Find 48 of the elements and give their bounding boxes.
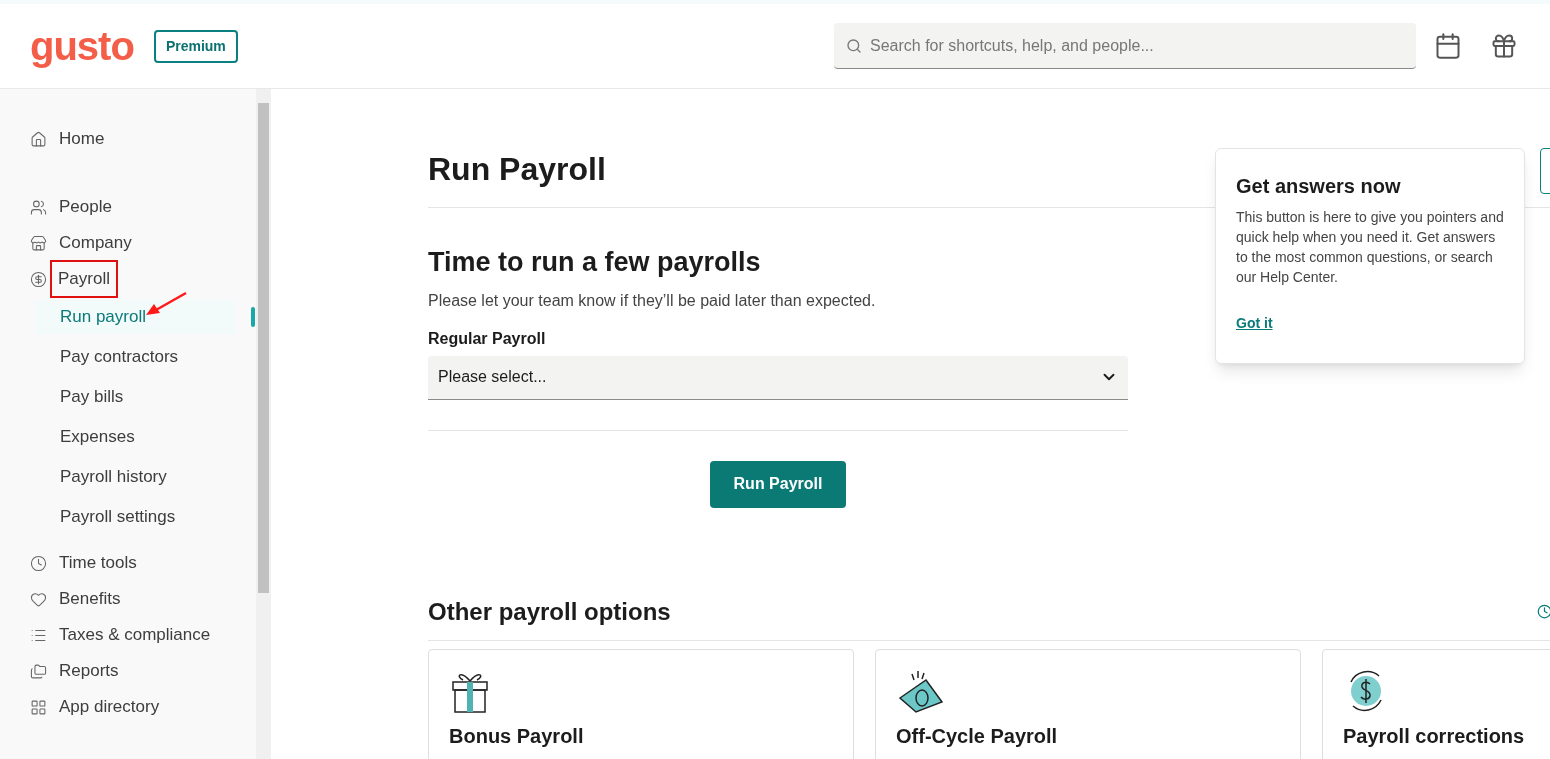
nav-item[interactable]: App directory bbox=[59, 694, 160, 720]
dollar-coin-icon bbox=[30, 270, 47, 288]
nav-item[interactable]: Time tools bbox=[59, 550, 137, 576]
nav-subitem[interactable]: Pay bills bbox=[35, 380, 124, 414]
folders-icon bbox=[30, 662, 47, 680]
people-icon bbox=[30, 198, 47, 216]
card-title: Off-Cycle Payroll bbox=[896, 723, 1059, 748]
nav-item[interactable]: People bbox=[59, 194, 112, 220]
payroll-option-card[interactable]: Off-Cycle Payroll bbox=[875, 648, 1301, 759]
popover-title: Get answers now bbox=[1236, 174, 1402, 199]
got-it-link[interactable]: Got it bbox=[1236, 313, 1273, 334]
search-icon bbox=[846, 37, 862, 54]
nav-subitem[interactable]: Payroll history bbox=[35, 460, 167, 494]
card-title: Bonus Payroll bbox=[449, 723, 585, 748]
nav-item[interactable]: Reports bbox=[59, 658, 119, 684]
nav-subitem[interactable]: Run payroll bbox=[35, 300, 235, 334]
nav-subitem[interactable]: Expenses bbox=[35, 420, 135, 454]
heart-icon bbox=[30, 590, 47, 608]
nav-item[interactable]: Company bbox=[59, 230, 132, 256]
plan-badge: Premium bbox=[153, 29, 238, 63]
gift-icon[interactable] bbox=[1490, 32, 1518, 60]
field-label: Regular Payroll bbox=[428, 328, 547, 349]
home-icon bbox=[30, 130, 47, 148]
nav-subitem[interactable]: Pay contractors bbox=[35, 340, 179, 374]
calendar-icon[interactable] bbox=[1434, 32, 1462, 60]
storefront-icon bbox=[30, 234, 47, 252]
payroll-option-card[interactable]: Payroll corrections bbox=[1322, 648, 1550, 759]
popover-text: This button is here to give you pointers and quick help when you need it. Get answers to the most common questions, or search our Help Center. bbox=[1236, 208, 1504, 287]
clock-icon bbox=[30, 554, 47, 572]
nav-item[interactable]: Home bbox=[59, 126, 105, 152]
grid-icon bbox=[30, 698, 47, 716]
payroll-select[interactable]: Please select... bbox=[428, 355, 1128, 400]
scrollbar[interactable] bbox=[256, 89, 271, 759]
nav-item[interactable]: Benefits bbox=[59, 586, 121, 612]
section-description: Please let your team know if they’ll be paid later than expected. bbox=[428, 290, 877, 311]
search-field[interactable]: Search for shortcuts, help, and people... bbox=[834, 23, 1416, 69]
payroll-option-card[interactable]: Bonus Payroll bbox=[428, 648, 854, 759]
nav-item[interactable]: Taxes & compliance bbox=[59, 622, 211, 648]
section-heading: Time to run a few payrolls bbox=[428, 246, 762, 279]
search-input[interactable]: Search for shortcuts, help, and people... bbox=[870, 33, 1404, 58]
nav-item[interactable]: Payroll bbox=[52, 262, 116, 296]
nav-subitem[interactable]: Payroll settings bbox=[35, 500, 176, 534]
section-heading: Other payroll options bbox=[428, 596, 671, 627]
selection-indicator bbox=[251, 307, 255, 327]
clock-icon[interactable] bbox=[1537, 604, 1550, 619]
run-payroll-button[interactable]: Run Payroll bbox=[709, 460, 847, 508]
card-title: Payroll corrections bbox=[1343, 723, 1526, 748]
annotation-arrow bbox=[144, 291, 188, 317]
